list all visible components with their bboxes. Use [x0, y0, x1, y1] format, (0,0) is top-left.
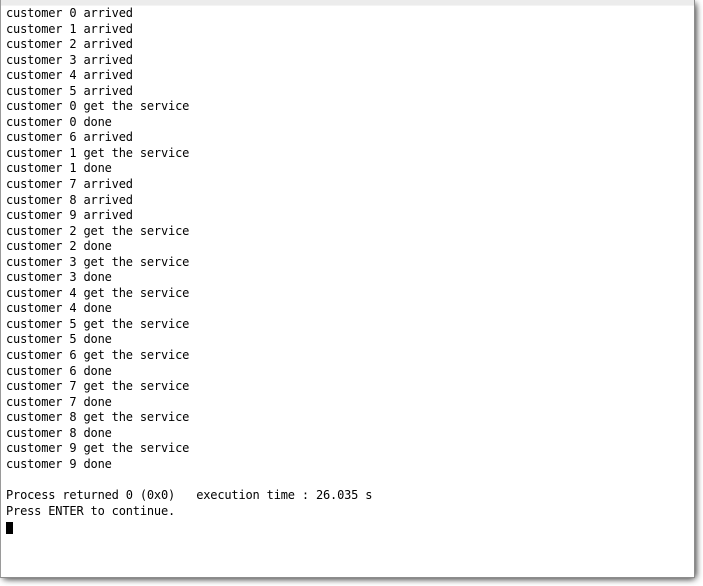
- console-line: customer 5 get the service: [6, 316, 190, 331]
- console-line: customer 9 get the service: [6, 441, 190, 456]
- console-line: customer 9 done: [6, 456, 112, 471]
- console-line: customer 5 arrived: [6, 83, 133, 98]
- console-line: Process returned 0 (0x0) execution time …: [6, 487, 373, 502]
- console-line: customer 1 arrived: [6, 21, 133, 36]
- console-line: customer 7 get the service: [6, 379, 190, 394]
- console-line: customer 6 arrived: [6, 130, 133, 145]
- console-cursor-line: [6, 519, 694, 535]
- console-line: customer 3 arrived: [6, 52, 133, 67]
- console-line: customer 8 get the service: [6, 410, 190, 425]
- console-line: customer 0 done: [6, 114, 112, 129]
- console-output-area[interactable]: customer 0 arrived customer 1 arrived cust…: [1, 6, 694, 577]
- console-line: customer 4 get the service: [6, 285, 190, 300]
- console-line: customer 8 done: [6, 425, 112, 440]
- console-window[interactable]: customer 0 arrived customer 1 arrived cust…: [0, 0, 695, 578]
- console-line: customer 4 done: [6, 301, 112, 316]
- console-line: customer 6 get the service: [6, 348, 190, 363]
- console-line: customer 5 done: [6, 332, 112, 347]
- console-line: customer 0 get the service: [6, 99, 190, 114]
- text-cursor-block: [6, 522, 13, 535]
- console-line: customer 3 get the service: [6, 254, 190, 269]
- console-line: customer 2 get the service: [6, 223, 190, 238]
- console-line: customer 6 done: [6, 363, 112, 378]
- console-line: customer 2 arrived: [6, 37, 133, 52]
- console-line: customer 8 arrived: [6, 192, 133, 207]
- console-line: customer 0 arrived: [6, 6, 133, 20]
- console-line: customer 9 arrived: [6, 208, 133, 223]
- console-line: customer 1 done: [6, 161, 112, 176]
- console-line: Press ENTER to continue.: [6, 503, 176, 518]
- console-line: customer 1 get the service: [6, 145, 190, 160]
- console-line: customer 7 arrived: [6, 177, 133, 192]
- console-line: customer 3 done: [6, 270, 112, 285]
- console-line-list: customer 0 arrived customer 1 arrived cust…: [6, 6, 694, 519]
- console-line: customer 7 done: [6, 394, 112, 409]
- console-line: customer 4 arrived: [6, 68, 133, 83]
- console-line: customer 2 done: [6, 239, 112, 254]
